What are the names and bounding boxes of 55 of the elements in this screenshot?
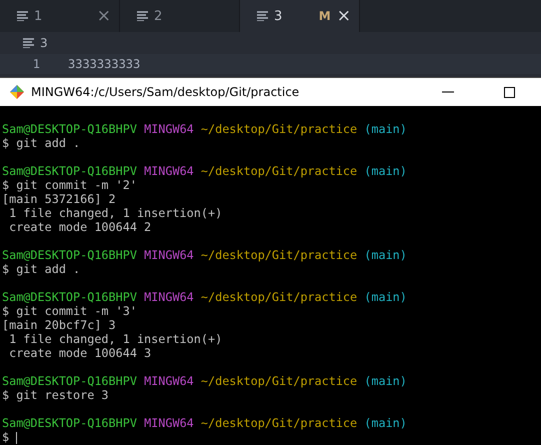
maximize-icon[interactable] [504, 86, 515, 98]
prompt-path: ~/desktop/Git/practice [200, 164, 358, 178]
prompt-system: MINGW64 [144, 122, 194, 136]
prompt-branch: (main) [364, 122, 407, 136]
prompt-path: ~/desktop/Git/practice [200, 290, 358, 304]
file-lines-icon [23, 38, 34, 48]
prompt-user: Sam@DESKTOP-Q16BHPV [2, 374, 137, 388]
minimize-icon[interactable] [442, 91, 454, 93]
code-line: 3333333333 [68, 57, 140, 71]
prompt-branch: (main) [364, 164, 407, 178]
terminal-output: 1 file changed, 1 insertion(+) [8, 332, 222, 346]
terminal-output: create mode 100644 3 [8, 346, 152, 360]
tab-label: 2 [154, 8, 162, 24]
terminal-output: [main 5372166] 2 [2, 192, 116, 206]
prompt-system: MINGW64 [144, 290, 194, 304]
prompt-path: ~/desktop/Git/practice [200, 416, 358, 430]
terminal-output: $ git add . [2, 136, 80, 150]
file-lines-icon [137, 11, 148, 21]
tab-label: 3 [274, 8, 282, 24]
terminal-prompt: $ [2, 430, 10, 444]
terminal-output: $ git restore 3 [2, 388, 109, 402]
terminal-output: [main 20bcf7c] 3 [2, 318, 116, 332]
line-number: 1 [32, 57, 41, 71]
prompt-path: ~/desktop/Git/practice [200, 374, 358, 388]
prompt-user: Sam@DESKTOP-Q16BHPV [2, 122, 137, 136]
prompt-system: MINGW64 [144, 416, 194, 430]
prompt-system: MINGW64 [144, 248, 194, 262]
prompt-system: MINGW64 [144, 164, 194, 178]
editor-tab[interactable]: 3 M × [240, 0, 360, 32]
prompt-path: ~/desktop/Git/practice [200, 248, 358, 262]
prompt-user: Sam@DESKTOP-Q16BHPV [2, 248, 137, 262]
file-lines-icon [257, 11, 268, 21]
file-lines-icon [17, 11, 28, 21]
prompt-path: ~/desktop/Git/practice [200, 122, 358, 136]
terminal-output: $ git commit -m '3' [2, 304, 137, 318]
prompt-branch: (main) [364, 416, 407, 430]
prompt-branch: (main) [364, 248, 407, 262]
tab-label: 1 [34, 8, 42, 24]
prompt-user: Sam@DESKTOP-Q16BHPV [2, 290, 137, 304]
text-cursor [16, 432, 18, 444]
terminal-output: $ git commit -m '2' [2, 178, 137, 192]
prompt-branch: (main) [364, 290, 407, 304]
breadcrumb[interactable]: 3 [40, 36, 48, 50]
prompt-user: Sam@DESKTOP-Q16BHPV [2, 416, 137, 430]
terminal-output: create mode 100644 2 [8, 220, 152, 234]
modified-indicator: M [318, 9, 331, 23]
close-tab-button[interactable]: × [336, 6, 351, 26]
prompt-user: Sam@DESKTOP-Q16BHPV [2, 164, 137, 178]
prompt-branch: (main) [364, 374, 407, 388]
window-title: MINGW64:/c/Users/Sam/desktop/Git/practice [31, 85, 300, 99]
prompt-system: MINGW64 [144, 374, 194, 388]
terminal-output: $ git add . [2, 262, 80, 276]
terminal-output: 1 file changed, 1 insertion(+) [8, 206, 222, 220]
diamond-logo-icon [9, 84, 25, 100]
close-tab-button[interactable]: × [96, 6, 111, 26]
